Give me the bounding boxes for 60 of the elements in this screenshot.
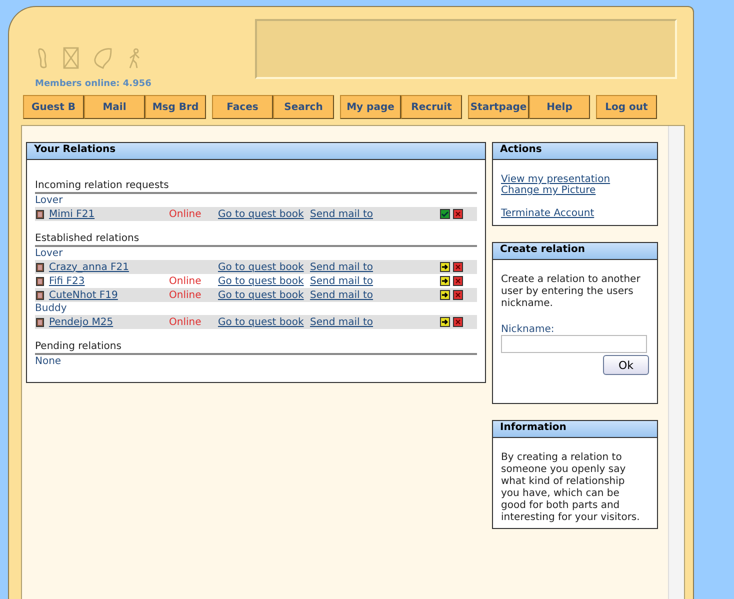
scrollbar[interactable]: [668, 126, 684, 599]
footprint-icon: [37, 47, 49, 69]
panel-title: Create relation: [493, 243, 657, 260]
send-mail-link[interactable]: Send mail to: [310, 262, 374, 272]
user-link[interactable]: CuteNhot F19: [49, 290, 118, 300]
panel-title: Your Relations: [27, 143, 485, 160]
guestbook-link[interactable]: Go to quest book: [218, 316, 304, 328]
section-heading: Pending relations: [35, 341, 477, 355]
online-status: Online: [169, 276, 202, 286]
nav-button[interactable]: Guest B: [23, 95, 84, 119]
online-status: Online: [169, 316, 202, 328]
envelope-icon: [63, 47, 79, 69]
user-link[interactable]: Pendejo M25: [49, 316, 114, 328]
send-mail-link[interactable]: Send mail to: [310, 290, 374, 300]
nickname-label: Nickname:: [501, 324, 556, 335]
user-link[interactable]: Fifi F23: [49, 276, 85, 286]
online-status: Online: [169, 290, 202, 300]
arrow-icon[interactable]: [440, 317, 450, 327]
panel-title: Actions: [493, 143, 657, 160]
section-heading: Incoming relation requests: [35, 180, 477, 194]
nav-button[interactable]: Startpage: [468, 95, 529, 119]
arrow-icon[interactable]: [440, 262, 450, 272]
nav-button[interactable]: Recruit: [401, 95, 462, 119]
arrow-icon[interactable]: [440, 276, 450, 286]
ok-button[interactable]: Ok: [603, 355, 649, 375]
online-status: Online: [169, 208, 202, 220]
avatar-icon: [36, 210, 44, 218]
nav-button[interactable]: Search: [273, 95, 334, 119]
create-relation-text: Create a relation to another user by entering the users nickname.: [501, 274, 642, 310]
nav-button[interactable]: Log out: [596, 95, 657, 119]
arrow-icon[interactable]: [440, 290, 450, 300]
user-link[interactable]: Crazy_anna F21: [49, 262, 129, 272]
group-label: Lover: [35, 247, 64, 260]
action-link[interactable]: Terminate Account: [501, 208, 594, 219]
guestbook-link[interactable]: Go to quest book: [218, 276, 304, 286]
nav-button[interactable]: Mail: [84, 95, 145, 119]
nav-button[interactable]: Help: [529, 95, 590, 119]
action-link[interactable]: Change my Picture: [501, 185, 596, 196]
group-label: Buddy: [35, 302, 68, 315]
action-link[interactable]: View my presentation: [501, 174, 610, 185]
nav-button[interactable]: Faces: [212, 95, 273, 119]
guestbook-link[interactable]: Go to quest book: [218, 262, 304, 272]
nickname-field[interactable]: [501, 335, 647, 353]
guestbook-link[interactable]: Go to quest book: [218, 208, 304, 220]
send-mail-link[interactable]: Send mail to: [310, 276, 374, 286]
delete-icon[interactable]: [453, 209, 463, 219]
nav-button[interactable]: Msg Brd: [145, 95, 206, 119]
empty-label: None: [35, 355, 62, 368]
guestbook-link[interactable]: Go to quest book: [218, 290, 304, 300]
members-online: Members online: 4.956: [35, 79, 152, 89]
user-link[interactable]: Mimi F21: [49, 208, 95, 220]
nav-button[interactable]: My page: [340, 95, 401, 119]
panel-title: Information: [493, 421, 657, 438]
send-mail-link[interactable]: Send mail to: [310, 208, 374, 220]
send-mail-link[interactable]: Send mail to: [310, 316, 374, 328]
avatar-icon: [36, 318, 44, 326]
group-label: Lover: [35, 194, 64, 207]
accept-icon[interactable]: [440, 209, 450, 219]
information-text: By creating a relation to someone you openly say what kind of relationship you have, which can be good for both parts and interesting for your visitors.: [501, 452, 641, 524]
section-heading: Established relations: [35, 233, 477, 247]
